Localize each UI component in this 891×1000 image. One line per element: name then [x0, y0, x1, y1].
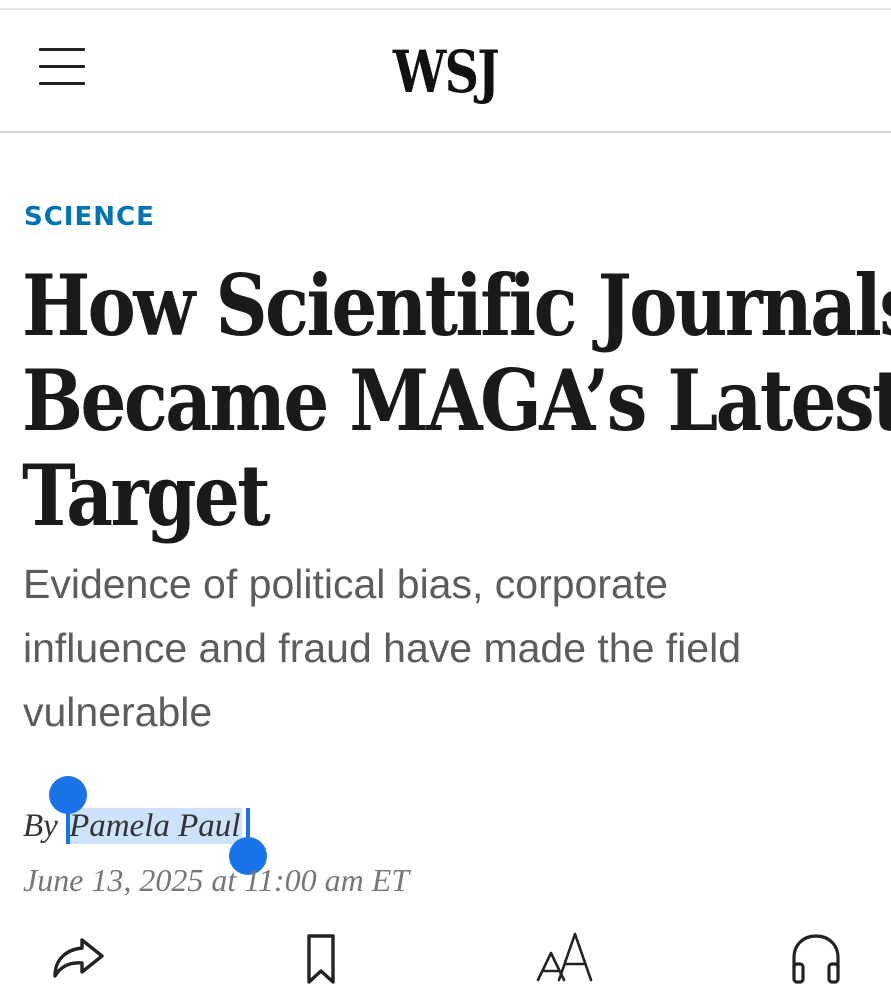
byline-prefix: By [23, 808, 67, 844]
dek-line: Evidence of political bias, corporate [23, 561, 668, 607]
text-size-icon[interactable] [532, 926, 596, 990]
author-name-selected[interactable]: Pamela Paul [66, 808, 243, 844]
selection-start-handle[interactable] [49, 776, 87, 814]
headphones-icon[interactable] [784, 926, 848, 990]
wsj-logo[interactable]: WSJ [80, 38, 811, 106]
headline-line: How Scientific Journals [22, 256, 891, 355]
article-headline: How Scientific Journals Became MAGA’s La… [22, 256, 891, 545]
dek-line: influence and fraud have made the field [23, 625, 742, 671]
share-icon[interactable] [46, 926, 110, 990]
headline-line: Target [22, 446, 271, 545]
app-header: WSJ [0, 10, 891, 133]
article-toolbar [0, 918, 891, 1000]
menu-bar [39, 65, 85, 68]
bookmark-icon[interactable] [289, 926, 353, 990]
article-dek: Evidence of political bias, corporate in… [23, 552, 873, 744]
dek-line: vulnerable [23, 689, 213, 735]
byline: By Pamela Paul [23, 804, 243, 848]
headline-line: Became MAGA’s Latest [22, 351, 891, 450]
section-label[interactable]: SCIENCE [24, 200, 155, 234]
publish-date: June 13, 2025 at 11:00 am ET [23, 862, 410, 898]
menu-bar [39, 82, 85, 85]
menu-bar [39, 48, 85, 51]
